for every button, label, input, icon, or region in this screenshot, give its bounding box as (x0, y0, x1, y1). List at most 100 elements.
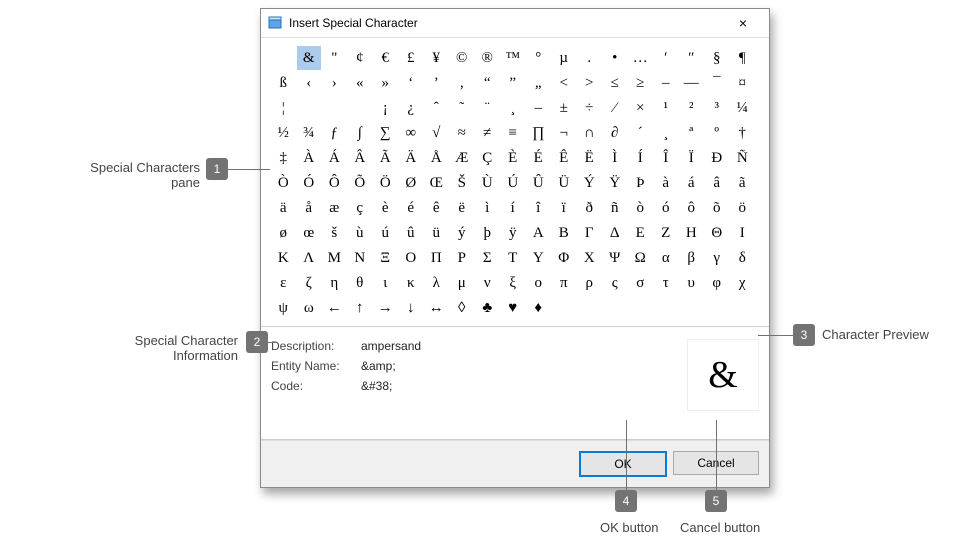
char-cell[interactable]: " (322, 46, 347, 70)
char-cell[interactable]: … (628, 46, 653, 70)
char-cell[interactable]: ξ (501, 271, 526, 295)
char-cell[interactable]: ‹ (297, 71, 322, 95)
char-cell[interactable]: ù (348, 221, 373, 245)
close-button[interactable]: × (723, 11, 763, 35)
char-cell[interactable]: Ξ (373, 246, 398, 270)
char-cell[interactable]: Ã (373, 146, 398, 170)
char-cell[interactable]: º (705, 121, 730, 145)
char-cell[interactable]: › (322, 71, 347, 95)
char-cell[interactable]: √ (424, 121, 449, 145)
char-cell[interactable]: π (552, 271, 577, 295)
char-cell[interactable]: φ (705, 271, 730, 295)
char-cell[interactable]: æ (322, 196, 347, 220)
char-cell[interactable]: ο (526, 271, 551, 295)
char-cell[interactable]: Ù (475, 171, 500, 195)
char-cell[interactable]: ¿ (399, 96, 424, 120)
char-cell[interactable]: ä (271, 196, 296, 220)
char-cell[interactable]: õ (705, 196, 730, 220)
char-cell[interactable]: ½ (271, 121, 296, 145)
char-cell[interactable]: Ç (475, 146, 500, 170)
char-cell[interactable]: ™ (501, 46, 526, 70)
char-cell[interactable]: Ι (730, 221, 755, 245)
char-cell[interactable]: Ο (399, 246, 424, 270)
char-cell[interactable]: î (526, 196, 551, 220)
char-cell[interactable] (348, 96, 373, 120)
char-cell[interactable]: τ (654, 271, 679, 295)
char-cell[interactable]: Ó (297, 171, 322, 195)
char-cell[interactable]: ¼ (730, 96, 755, 120)
char-cell[interactable]: δ (730, 246, 755, 270)
char-cell[interactable]: ◊ (450, 296, 475, 320)
char-cell[interactable]: á (679, 171, 704, 195)
char-cell[interactable]: κ (399, 271, 424, 295)
char-cell[interactable]: ∫ (348, 121, 373, 145)
char-cell[interactable]: Š (450, 171, 475, 195)
char-cell[interactable]: Τ (501, 246, 526, 270)
char-cell[interactable]: Ì (603, 146, 628, 170)
char-cell[interactable]: ¬ (552, 121, 577, 145)
char-cell[interactable]: ♦ (526, 296, 551, 320)
char-cell[interactable]: » (373, 71, 398, 95)
char-cell[interactable]: > (577, 71, 602, 95)
char-cell[interactable]: η (322, 271, 347, 295)
char-cell[interactable]: λ (424, 271, 449, 295)
char-cell[interactable]: ¥ (424, 46, 449, 70)
char-cell[interactable]: “ (475, 71, 500, 95)
char-cell[interactable]: ι (373, 271, 398, 295)
char-cell[interactable]: & (297, 46, 322, 70)
char-cell[interactable]: Δ (603, 221, 628, 245)
char-cell[interactable]: Î (654, 146, 679, 170)
char-cell[interactable]: ª (679, 121, 704, 145)
char-cell[interactable]: ï (552, 196, 577, 220)
char-cell[interactable]: μ (450, 271, 475, 295)
char-cell[interactable]: ¤ (730, 71, 755, 95)
char-cell[interactable]: À (297, 146, 322, 170)
char-cell[interactable]: ∑ (373, 121, 398, 145)
char-cell[interactable]: ‚ (450, 71, 475, 95)
char-cell[interactable]: Ë (577, 146, 602, 170)
char-cell[interactable]: Π (424, 246, 449, 270)
char-cell[interactable]: Ê (552, 146, 577, 170)
char-cell[interactable]: ’ (424, 71, 449, 95)
char-cell[interactable] (271, 46, 296, 70)
char-cell[interactable]: ø (271, 221, 296, 245)
char-cell[interactable]: ÷ (577, 96, 602, 120)
char-cell[interactable]: é (399, 196, 424, 220)
char-cell[interactable]: β (679, 246, 704, 270)
char-cell[interactable]: Φ (552, 246, 577, 270)
char-cell[interactable]: „ (526, 71, 551, 95)
char-cell[interactable]: ζ (297, 271, 322, 295)
char-cell[interactable]: ß (271, 71, 296, 95)
char-cell[interactable]: × (628, 96, 653, 120)
char-cell[interactable]: Γ (577, 221, 602, 245)
char-cell[interactable]: Ε (628, 221, 653, 245)
char-cell[interactable]: ´ (628, 121, 653, 145)
char-cell[interactable]: ì (475, 196, 500, 220)
char-cell[interactable]: ψ (271, 296, 296, 320)
char-cell[interactable] (322, 96, 347, 120)
char-cell[interactable]: ¯ (705, 71, 730, 95)
char-cell[interactable]: ω (297, 296, 322, 320)
char-cell[interactable]: ∞ (399, 121, 424, 145)
char-cell[interactable]: Υ (526, 246, 551, 270)
char-cell[interactable]: ⁄ (603, 96, 628, 120)
char-cell[interactable]: ê (424, 196, 449, 220)
char-cell[interactable]: • (603, 46, 628, 70)
char-cell[interactable]: Θ (705, 221, 730, 245)
char-cell[interactable]: ¸ (654, 121, 679, 145)
char-cell[interactable]: ® (475, 46, 500, 70)
char-cell[interactable]: È (501, 146, 526, 170)
char-cell[interactable]: ¦ (271, 96, 296, 120)
char-cell[interactable]: Æ (450, 146, 475, 170)
char-cell[interactable]: Χ (577, 246, 602, 270)
char-cell[interactable]: ¶ (730, 46, 755, 70)
char-cell[interactable]: ñ (603, 196, 628, 220)
char-cell[interactable]: É (526, 146, 551, 170)
char-cell[interactable]: ˜ (450, 96, 475, 120)
char-cell[interactable]: ¹ (654, 96, 679, 120)
char-cell[interactable]: † (730, 121, 755, 145)
char-cell[interactable]: ± (552, 96, 577, 120)
char-cell[interactable]: ↔ (424, 296, 449, 320)
char-cell[interactable]: ∏ (526, 121, 551, 145)
char-cell[interactable]: « (348, 71, 373, 95)
